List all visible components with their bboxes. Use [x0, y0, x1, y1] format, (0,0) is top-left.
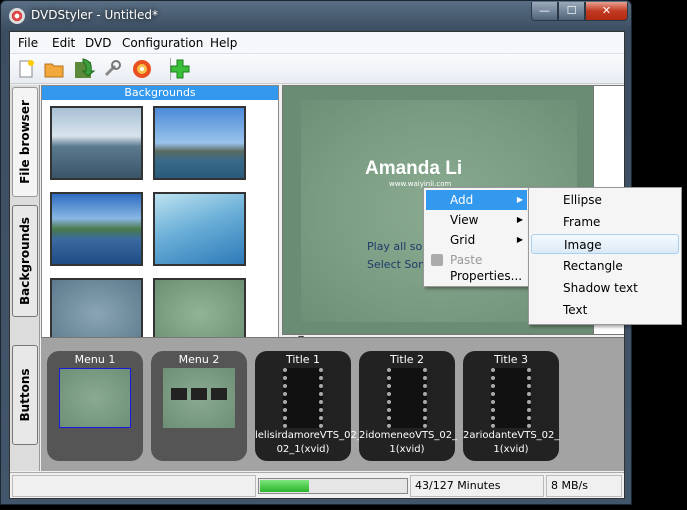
titleset-panel: Menu 1 Menu 2 Title 1 lelisirdamoreVTS_0…	[41, 337, 624, 471]
menu-card-2[interactable]: Menu 2	[151, 351, 247, 461]
card-label: Menu 1	[74, 353, 116, 366]
context-item-view[interactable]: View ▶	[426, 210, 527, 230]
context-item-view-label: View	[450, 213, 479, 227]
minimize-button[interactable]: —	[531, 2, 558, 21]
burn-dvd-icon[interactable]	[130, 57, 154, 81]
menu-edit[interactable]: Edit	[52, 36, 75, 50]
tab-backgrounds-label: Backgrounds	[18, 217, 32, 305]
save-icon[interactable]	[72, 57, 96, 81]
submenu-item-text[interactable]: Text	[531, 300, 679, 320]
context-item-add[interactable]: Add ▶	[426, 190, 527, 210]
status-bar: 43/127 Minutes 8 MB/s	[10, 472, 624, 498]
status-message	[12, 475, 256, 497]
menu-dvd[interactable]: DVD	[85, 36, 111, 50]
submenu-item-rectangle[interactable]: Rectangle	[531, 256, 679, 276]
title-card-3[interactable]: Title 3 2ariodanteVTS_02_ 1(xvid)	[463, 351, 559, 461]
card-label: Title 2	[389, 353, 425, 366]
bitrate-text: 8 MB/s	[546, 475, 622, 497]
video-thumbnail	[387, 368, 427, 428]
context-menu: Add ▶ View ▶ Grid ▶ Paste Properties...	[423, 187, 530, 287]
app-window: DVDStyler - Untitled* — ☐ ✕ File Edit DV…	[0, 0, 682, 505]
card-label: Menu 2	[178, 353, 220, 366]
disc-usage-fill	[260, 480, 309, 492]
menu-title-text[interactable]: Amanda Li	[365, 158, 462, 180]
menu-help[interactable]: Help	[210, 36, 237, 50]
card-filename: 2ariodanteVTS_02_ 1(xvid)	[463, 430, 560, 455]
card-label: Title 1	[285, 353, 321, 366]
context-item-grid-label: Grid	[450, 233, 476, 247]
tab-file-browser[interactable]: File browser	[12, 87, 38, 197]
submenu-item-image[interactable]: Image	[531, 234, 679, 254]
submenu-item-frame[interactable]: Frame	[531, 212, 679, 232]
menu-configuration[interactable]: Configuration	[122, 36, 203, 50]
video-thumbnail	[491, 368, 531, 428]
disc-usage-text: 43/127 Minutes	[410, 475, 544, 497]
add-submenu: Ellipse Frame Image Rectangle Shadow tex…	[528, 187, 682, 325]
video-thumbnail	[283, 368, 323, 428]
add-icon[interactable]	[168, 57, 192, 81]
toolbar	[10, 54, 624, 84]
menu-thumbnail	[59, 368, 131, 428]
new-icon[interactable]	[14, 57, 38, 81]
maximize-button[interactable]: ☐	[558, 2, 585, 21]
background-thumbnail[interactable]	[50, 192, 143, 266]
card-filename: 2idomeneoVTS_02_ 1(xvid)	[359, 430, 458, 455]
app-dvd-icon	[9, 8, 25, 24]
menu-file[interactable]: File	[18, 36, 38, 50]
submenu-item-shadow-text[interactable]: Shadow text	[531, 278, 679, 298]
paste-icon	[431, 254, 443, 266]
submenu-arrow-icon: ▶	[516, 195, 523, 204]
tab-backgrounds[interactable]: Backgrounds	[12, 205, 38, 317]
client-area: File Edit DVD Configuration Help File br…	[9, 31, 682, 499]
tab-buttons[interactable]: Buttons	[12, 345, 38, 445]
card-filename: lelisirdamoreVTS_02_ 02_1(xvid)	[255, 430, 362, 455]
background-thumbnail[interactable]	[50, 106, 143, 180]
background-thumbnail[interactable]	[153, 106, 246, 180]
tab-file-browser-label: File browser	[18, 100, 32, 184]
submenu-item-ellipse[interactable]: Ellipse	[531, 190, 679, 210]
title-bar[interactable]: DVDStyler - Untitled* — ☐ ✕	[1, 1, 631, 31]
submenu-arrow-icon: ▶	[516, 215, 523, 224]
close-button[interactable]: ✕	[585, 2, 628, 21]
disc-usage-progress	[258, 478, 408, 494]
menu-card-1[interactable]: Menu 1	[47, 351, 143, 461]
menu-thumbnail	[163, 368, 235, 428]
open-icon[interactable]	[42, 57, 66, 81]
settings-wrench-icon[interactable]	[100, 57, 124, 81]
submenu-arrow-icon: ▶	[516, 235, 523, 244]
context-item-properties-label: Properties...	[450, 269, 523, 283]
context-item-grid[interactable]: Grid ▶	[426, 230, 527, 250]
title-card-2[interactable]: Title 2 2idomeneoVTS_02_ 1(xvid)	[359, 351, 458, 461]
tab-buttons-label: Buttons	[18, 368, 32, 422]
buttons-tab-strip: Buttons	[10, 337, 40, 471]
backgrounds-panel: Backgrounds ▲ ▼	[41, 85, 310, 348]
menu-bar: File Edit DVD Configuration Help	[10, 32, 624, 54]
backgrounds-header: Backgrounds	[42, 86, 278, 100]
title-card-1[interactable]: Title 1 lelisirdamoreVTS_02_ 02_1(xvid)	[255, 351, 362, 461]
context-item-add-label: Add	[450, 193, 474, 207]
card-label: Title 3	[493, 353, 529, 366]
background-thumbnail[interactable]	[153, 192, 246, 266]
context-item-paste-label: Paste	[450, 253, 483, 267]
window-title: DVDStyler - Untitled*	[31, 8, 158, 22]
context-item-properties[interactable]: Properties...	[426, 266, 527, 286]
